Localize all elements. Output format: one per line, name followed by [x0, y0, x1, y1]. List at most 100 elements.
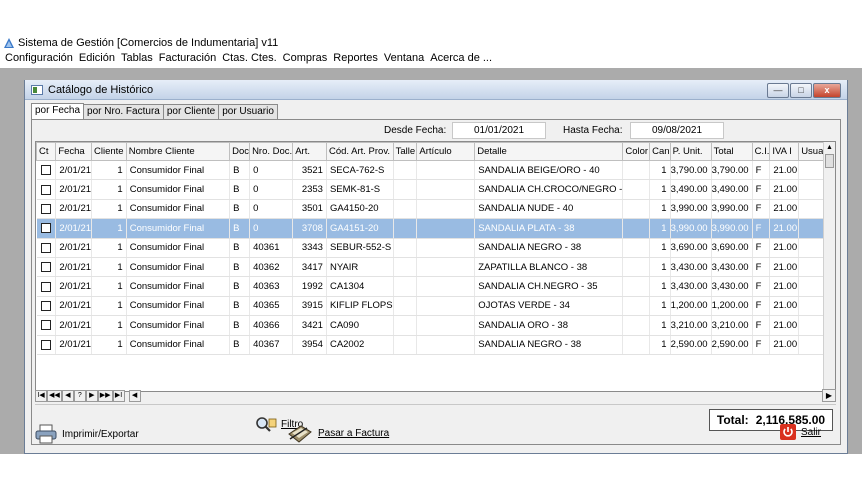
- maximize-button[interactable]: □: [790, 83, 812, 98]
- table-row[interactable]: 2/01/21 1 Consumidor Final B 0 3708 GA4151-20 S…: [36, 218, 835, 239]
- record-navigator: I◀ ◀◀ ◀ ? ▶ ▶▶ ▶I ◀: [35, 389, 141, 403]
- column-header[interactable]: Doc: [229, 142, 251, 161]
- cell-art: 1992: [292, 276, 327, 297]
- tab-por-fecha[interactable]: por Fecha: [31, 103, 85, 119]
- cell-art: 3708: [292, 218, 327, 239]
- row-checkbox[interactable]: [40, 223, 51, 234]
- menu-ventana[interactable]: Ventana: [381, 52, 427, 64]
- nav-next-page-button[interactable]: ▶▶: [97, 390, 113, 402]
- cell-ct: [36, 276, 57, 297]
- menu-ctas-ctes[interactable]: Ctas. Ctes.: [219, 52, 279, 64]
- table-row[interactable]: 2/01/21 1 Consumidor Final B 40361 3343 SEBUR-…: [36, 238, 835, 258]
- cell-talle: [393, 335, 418, 355]
- column-header[interactable]: Nombre Cliente: [125, 142, 231, 161]
- cell-articulo: [416, 315, 476, 336]
- scroll-thumb[interactable]: [825, 154, 834, 168]
- close-button[interactable]: x: [813, 83, 841, 98]
- cell-color: [622, 238, 651, 258]
- column-header[interactable]: Detalle: [474, 142, 624, 161]
- cell-cod: CA090: [326, 315, 394, 336]
- column-header[interactable]: Ct: [36, 142, 57, 161]
- menu-tablas[interactable]: Tablas: [118, 52, 156, 64]
- cell-detalle: SANDALIA CH.CROCO/NEGRO -: [474, 179, 624, 200]
- cell-art: 3343: [292, 238, 327, 258]
- column-header[interactable]: Cód. Art. Prov.: [325, 142, 394, 161]
- column-header[interactable]: Nro. Doc.: [249, 142, 294, 161]
- cell-iva: 21.00: [769, 276, 800, 297]
- desde-fecha-input[interactable]: 01/01/2021: [452, 122, 546, 139]
- column-header[interactable]: Cliente: [91, 142, 127, 161]
- cell-can: 1: [649, 335, 671, 355]
- menu-configuracion[interactable]: Configuración: [2, 52, 76, 64]
- table-row[interactable]: 2/01/21 1 Consumidor Final B 40365 3915 KIFLIP…: [36, 296, 835, 317]
- hscroll-right-button[interactable]: ▶: [822, 389, 836, 402]
- table-row[interactable]: 2/01/21 1 Consumidor Final B 0 2353 SEMK-81-S S…: [36, 179, 835, 200]
- table-row[interactable]: 2/01/21 1 Consumidor Final B 40366 3421 CA090 S…: [36, 315, 835, 336]
- table-row[interactable]: 2/01/21 1 Consumidor Final B 40367 3954 CA2002…: [36, 335, 835, 355]
- row-checkbox[interactable]: [40, 300, 51, 311]
- cell-ci: F: [752, 238, 771, 258]
- row-checkbox[interactable]: [40, 165, 51, 176]
- cell-fecha: 2/01/21: [55, 218, 93, 239]
- menu-acerca-de[interactable]: Acerca de ...: [427, 52, 495, 64]
- row-checkbox[interactable]: [40, 262, 51, 273]
- column-header[interactable]: Can: [649, 142, 671, 161]
- cell-fecha: 2/01/21: [55, 296, 93, 317]
- table-row[interactable]: 2/01/21 1 Consumidor Final B 0 3501 GA4150-20 S…: [36, 199, 835, 220]
- column-header[interactable]: P. Unit.: [669, 142, 712, 161]
- nav-prev-button[interactable]: ◀: [61, 390, 74, 402]
- table-row[interactable]: 2/01/21 1 Consumidor Final B 40363 1992 CA1304…: [36, 276, 835, 297]
- column-header[interactable]: Fecha: [55, 142, 93, 161]
- column-header[interactable]: IVA I: [769, 142, 800, 161]
- menu-facturacion[interactable]: Facturación: [156, 52, 219, 64]
- nav-prev-page-button[interactable]: ◀◀: [47, 390, 62, 402]
- pasar-a-factura-button[interactable]: Pasar a Factura: [287, 422, 389, 444]
- tab-por-nro-factura[interactable]: por Nro. Factura: [83, 104, 164, 119]
- nav-last-button[interactable]: ▶I: [112, 390, 125, 402]
- minimize-button[interactable]: —: [767, 83, 789, 98]
- nav-next-button[interactable]: ▶: [85, 390, 98, 402]
- grid-vertical-scrollbar[interactable]: ▲: [823, 142, 835, 391]
- cell-doc: B: [229, 296, 251, 317]
- row-checkbox[interactable]: [40, 184, 51, 195]
- nav-help-button[interactable]: ?: [73, 390, 86, 402]
- column-header[interactable]: Talle: [392, 142, 418, 161]
- scroll-up-icon[interactable]: ▲: [824, 142, 835, 153]
- row-checkbox[interactable]: [40, 320, 51, 331]
- row-checkbox[interactable]: [40, 242, 51, 253]
- salir-button[interactable]: Salir: [780, 424, 821, 440]
- catalog-window-titlebar[interactable]: Catálogo de Histórico: [25, 80, 847, 100]
- cell-talle: [393, 218, 418, 239]
- cell-can: 1: [649, 218, 671, 239]
- cell-cliente: 1: [91, 276, 127, 297]
- row-checkbox[interactable]: [40, 203, 51, 214]
- cell-art: 3421: [292, 315, 327, 336]
- menu-edicion[interactable]: Edición: [76, 52, 118, 64]
- row-checkbox[interactable]: [40, 339, 51, 350]
- row-checkbox[interactable]: [40, 281, 51, 292]
- cell-can: 1: [649, 276, 671, 297]
- cell-nro: 0: [249, 179, 294, 200]
- tab-por-usuario[interactable]: por Usuario: [218, 104, 278, 119]
- menu-reportes[interactable]: Reportes: [330, 52, 381, 64]
- hscroll-left-button[interactable]: ◀: [128, 390, 141, 402]
- column-header[interactable]: C.I.: [751, 142, 771, 161]
- hasta-fecha-input[interactable]: 09/08/2021: [630, 122, 724, 139]
- table-row[interactable]: 2/01/21 1 Consumidor Final B 0 3521 SECA-762-S…: [36, 160, 835, 181]
- print-export-label: Imprimir/Exportar: [62, 428, 139, 440]
- cell-cliente: 1: [91, 179, 127, 200]
- nav-first-button[interactable]: I◀: [35, 390, 47, 402]
- cell-total: 2,590.00: [711, 335, 753, 355]
- catalog-window: Catálogo de Histórico — □ x por Fecha po…: [24, 80, 848, 454]
- menu-compras[interactable]: Compras: [280, 52, 331, 64]
- cell-art: 3417: [292, 257, 327, 278]
- column-header[interactable]: Color: [622, 142, 651, 161]
- cell-can: 1: [649, 296, 671, 317]
- table-row[interactable]: 2/01/21 1 Consumidor Final B 40362 3417 NYAIR Z…: [36, 257, 835, 278]
- history-grid[interactable]: Ct Fecha Cliente Nombre Cliente Doc Nro. Doc.…: [35, 141, 836, 392]
- column-header[interactable]: Total: [710, 142, 753, 161]
- column-header[interactable]: Art.: [292, 142, 327, 161]
- column-header[interactable]: Artículo: [416, 142, 476, 161]
- print-export-button[interactable]: Imprimir/Exportar: [35, 424, 139, 444]
- tab-por-cliente[interactable]: por Cliente: [162, 104, 220, 119]
